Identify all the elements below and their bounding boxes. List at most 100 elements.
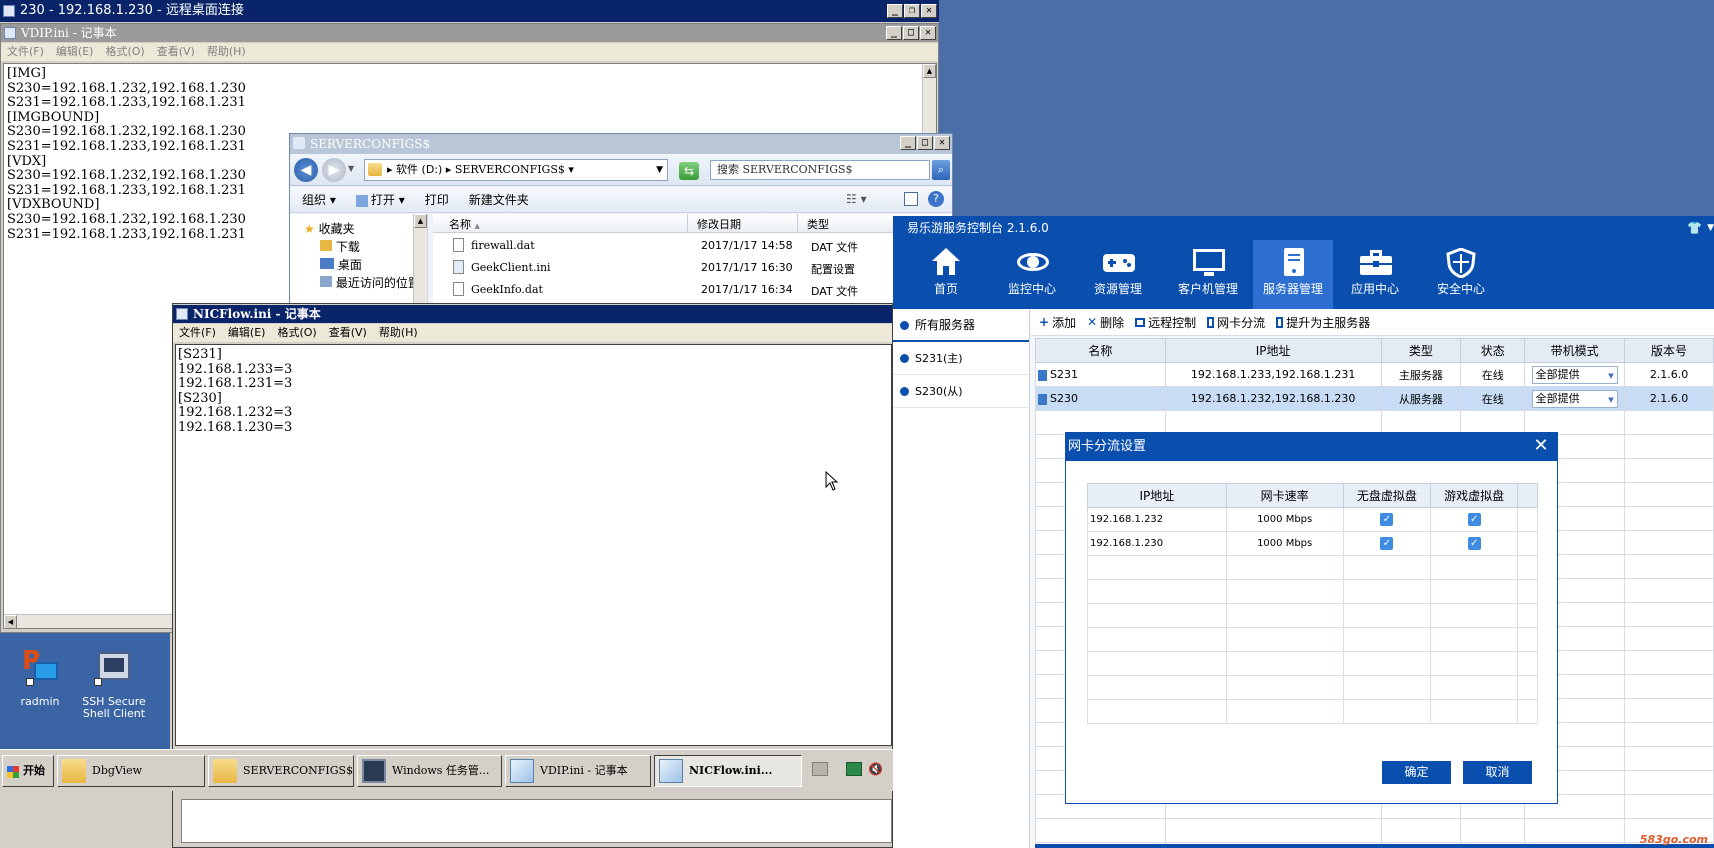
explorer-minimize-button[interactable]: _: [900, 136, 916, 150]
refresh-icon[interactable]: ⇆: [679, 162, 699, 180]
taskbar-item-vdip[interactable]: VDIP.ini - 记事本: [505, 755, 651, 787]
add-server-button[interactable]: + 添加: [1039, 314, 1076, 331]
vdip-menu-edit[interactable]: 编辑(E): [56, 43, 94, 61]
vdip-menu-view[interactable]: 查看(V): [157, 43, 195, 61]
vdip-title-bar[interactable]: VDIP.ini - 记事本 _ □ ✕: [1, 24, 938, 42]
desktop-icon-ssh[interactable]: SSH Secure Shell Client: [74, 648, 154, 720]
cancel-button[interactable]: 取消: [1463, 761, 1532, 784]
game-checkbox[interactable]: ✓: [1467, 513, 1481, 526]
breadcrumb-folder[interactable]: SERVERCONFIGS$: [455, 163, 565, 176]
desktop-icon-radmin[interactable]: R radmin: [0, 648, 80, 708]
col-ip[interactable]: IP地址: [1087, 483, 1227, 508]
address-dropdown-icon[interactable]: ▼: [656, 160, 663, 180]
bandwidth-mode-select[interactable]: 全部提供: [1531, 365, 1618, 384]
bandwidth-mode-select[interactable]: 全部提供: [1531, 389, 1618, 408]
dialog-title-bar[interactable]: 网卡分流设置 ✕: [1066, 433, 1557, 461]
rdp-close-button[interactable]: ✕: [921, 4, 937, 18]
forward-icon[interactable]: ▶: [322, 158, 346, 182]
print-button[interactable]: 打印: [425, 191, 449, 208]
help-icon[interactable]: ?: [928, 191, 944, 207]
col-ip[interactable]: IP地址: [1164, 338, 1382, 363]
explorer-close-button[interactable]: ✕: [934, 136, 950, 150]
col-version[interactable]: 版本号: [1624, 338, 1714, 363]
column-modified[interactable]: 修改日期: [697, 216, 741, 232]
table-row[interactable]: S231 192.168.1.233,192.168.1.231 主服务器 在线…: [1035, 362, 1714, 387]
nav-monitor-center[interactable]: 监控中心: [996, 240, 1068, 309]
view-options-icon[interactable]: ☷ ▾: [846, 192, 867, 206]
breadcrumb-drive[interactable]: 软件 (D:): [396, 163, 442, 176]
col-name[interactable]: 名称: [1035, 338, 1166, 363]
rdp-restore-button[interactable]: ❐: [904, 4, 920, 18]
taskbar-item-nicflow[interactable]: NICFlow.ini...: [654, 755, 802, 787]
col-bandwidth-mode[interactable]: 带机模式: [1524, 338, 1626, 363]
taskbar-item-serverconfigs[interactable]: SERVERCONFIGS$: [208, 755, 354, 787]
file-row[interactable]: GeekInfo.dat 2017/1/17 16:34 DAT 文件: [433, 280, 952, 300]
console-title-bar[interactable]: 易乐游服务控制台 2.1.6.0 👕 ▼: [893, 216, 1714, 240]
col-game-vdisk[interactable]: 游戏虚拟盘: [1430, 483, 1519, 508]
close-icon[interactable]: ✕: [1531, 436, 1551, 456]
vdip-menu-help[interactable]: 帮助(H): [207, 43, 246, 61]
organize-button[interactable]: 组织 ▾: [302, 191, 336, 208]
diskless-checkbox[interactable]: ✓: [1380, 537, 1394, 550]
new-folder-button[interactable]: 新建文件夹: [469, 191, 529, 208]
ok-button[interactable]: 确定: [1382, 761, 1451, 784]
table-row[interactable]: 192.168.1.230 1000 Mbps ✓ ✓: [1087, 531, 1538, 556]
nav-app-center[interactable]: 应用中心: [1339, 240, 1411, 309]
breadcrumb[interactable]: ▸ 软件 (D:) ▸ SERVERCONFIGS$ ▾ ▼: [364, 159, 668, 181]
nav-home[interactable]: 首页: [910, 240, 982, 309]
rdp-minimize-button[interactable]: _: [887, 4, 903, 18]
table-row[interactable]: S230 192.168.1.232,192.168.1.230 从服务器 在线…: [1035, 386, 1714, 411]
column-type[interactable]: 类型: [807, 216, 829, 232]
nicflow-menu-view[interactable]: 查看(V): [329, 324, 367, 342]
rdp-title-bar[interactable]: 230 - 192.168.1.230 - 远程桌面连接 _ ❐ ✕: [0, 0, 939, 22]
scroll-up-icon[interactable]: ▲: [923, 64, 936, 78]
nicflow-menu-file[interactable]: 文件(F): [179, 324, 216, 342]
menu-dropdown-icon[interactable]: ▼: [1707, 216, 1714, 240]
tray-network-icon[interactable]: [846, 762, 862, 776]
preview-pane-icon[interactable]: [904, 192, 918, 206]
nav-item-downloads[interactable]: 下载: [320, 238, 360, 255]
search-icon[interactable]: ⌕: [932, 160, 950, 180]
tray-volume-muted-icon[interactable]: 🔇: [868, 762, 883, 776]
remote-control-button[interactable]: 远程控制: [1135, 314, 1196, 331]
nicflow-menu-format[interactable]: 格式(O): [277, 324, 316, 342]
file-row[interactable]: firewall.dat 2017/1/17 14:58 DAT 文件: [433, 236, 952, 256]
col-nic-speed[interactable]: 网卡速率: [1225, 483, 1344, 508]
nav-server-management[interactable]: 服务器管理: [1253, 240, 1333, 309]
nav-security-center[interactable]: 安全中心: [1425, 240, 1497, 309]
vdip-horizontal-scrollbar[interactable]: ◀: [4, 614, 174, 628]
taskbar-scroll-icon[interactable]: [812, 762, 828, 776]
nic-split-button[interactable]: 网卡分流: [1207, 314, 1265, 331]
nav-item-recent[interactable]: 最近访问的位置: [320, 274, 420, 291]
explorer-title-bar[interactable]: SERVERCONFIGS$ _ □ ✕: [290, 134, 952, 154]
nicflow-menu-help[interactable]: 帮助(H): [379, 324, 418, 342]
sidebar-item-s231[interactable]: S231(主): [893, 342, 1029, 375]
recent-pages-dropdown-icon[interactable]: ▼: [348, 164, 354, 173]
file-row[interactable]: GeekClient.ini 2017/1/17 16:30 配置设置: [433, 258, 952, 278]
col-status[interactable]: 状态: [1460, 338, 1526, 363]
sidebar-item-all-servers[interactable]: 所有服务器: [893, 309, 1029, 342]
nav-pane-scrollbar[interactable]: ▲: [413, 214, 427, 304]
col-type[interactable]: 类型: [1380, 338, 1462, 363]
start-button[interactable]: 开始: [2, 755, 54, 787]
col-diskless-vdisk[interactable]: 无盘虚拟盘: [1342, 483, 1432, 508]
game-checkbox[interactable]: ✓: [1467, 537, 1481, 550]
taskbar-item-dbgview[interactable]: DbgView: [57, 755, 205, 787]
nav-resource-management[interactable]: 资源管理: [1082, 240, 1154, 309]
scroll-left-icon[interactable]: ◀: [4, 615, 17, 628]
back-icon[interactable]: ◀: [294, 158, 318, 182]
nav-client-management[interactable]: 客户机管理: [1168, 240, 1248, 309]
vdip-maximize-button[interactable]: □: [903, 26, 919, 40]
explorer-maximize-button[interactable]: □: [917, 136, 933, 150]
diskless-checkbox[interactable]: ✓: [1380, 513, 1394, 526]
vdip-menu-format[interactable]: 格式(O): [105, 43, 144, 61]
nav-item-desktop[interactable]: 桌面: [320, 256, 362, 273]
nav-item-favorites[interactable]: ★ 收藏夹: [304, 220, 355, 237]
vdip-menu-file[interactable]: 文件(F): [7, 43, 44, 61]
nicflow-menu-edit[interactable]: 编辑(E): [228, 324, 266, 342]
vdip-close-button[interactable]: ✕: [920, 26, 936, 40]
sidebar-item-s230[interactable]: S230(从): [893, 375, 1029, 408]
vdip-minimize-button[interactable]: _: [886, 26, 902, 40]
search-input[interactable]: 搜索 SERVERCONFIGS$: [710, 160, 930, 180]
open-button[interactable]: 打开 ▾: [355, 191, 405, 208]
